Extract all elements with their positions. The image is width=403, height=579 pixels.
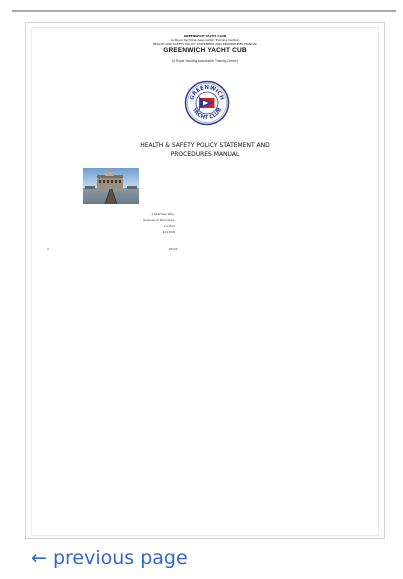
- club-logo-icon: GREENWICH YACHT CLUB: [184, 80, 230, 126]
- header-policy-line: HEALTH AND SAFETY POLICY STATEMENT AND P…: [152, 42, 258, 46]
- footer-page-number: 2: [47, 247, 49, 251]
- address-line3: London: [164, 224, 175, 228]
- address-line4: 2013/06: [162, 230, 175, 234]
- club-title: GREENWICH YACHT CUB: [163, 47, 247, 54]
- policy-title: HEALTH & SAFETY POLICY STATEMENT AND PRO…: [32, 141, 378, 159]
- footer-date: 06/29: [169, 247, 178, 251]
- top-divider: [12, 10, 396, 12]
- document-page: GREENWICH YACHT CLUB (a Royal Yachting A…: [32, 28, 378, 535]
- policy-title-line1: HEALTH & SAFETY POLICY STATEMENT AND: [140, 142, 270, 149]
- previous-page-link[interactable]: ← previous page: [31, 547, 188, 569]
- policy-title-line2: PROCEDURES MANUAL: [170, 151, 240, 158]
- address-line2: Greenwich Peninsula,: [142, 218, 175, 222]
- club-subtitle: (A Royal Yachting Association Training C…: [172, 59, 238, 63]
- pier-photo: [83, 168, 139, 204]
- address-line1: 1 Peartree Way,: [151, 212, 175, 216]
